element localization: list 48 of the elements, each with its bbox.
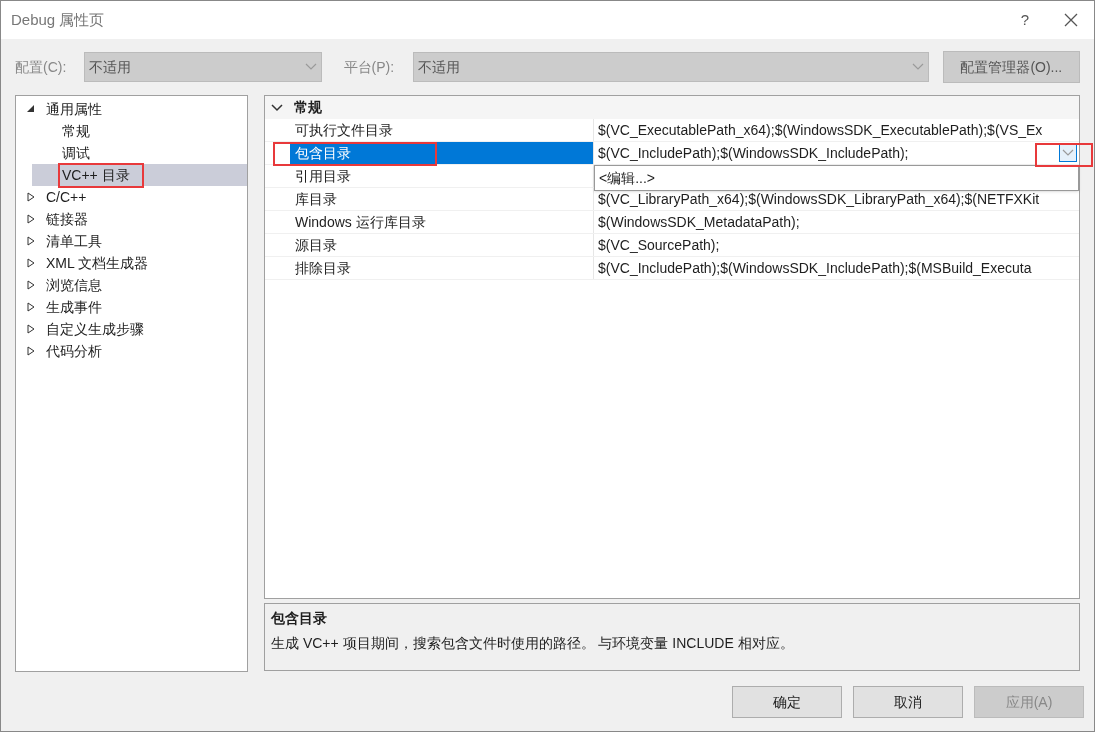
collapsed-triangle-icon[interactable] <box>27 324 35 334</box>
category-header: 常规 <box>294 98 322 117</box>
property-name[interactable]: 源目录 <box>290 234 594 256</box>
description-title: 包含目录 <box>271 609 328 628</box>
collapsed-triangle-icon[interactable] <box>27 302 35 312</box>
property-value[interactable]: $(VC_ExecutablePath_x64);$(WindowsSDK_ExecutablePath);$(VS_Ex <box>598 119 1043 141</box>
description-text: 生成 VC++ 项目期间，搜索包含文件时使用的路径。 与环境变量 INCLUDE 相对应。 <box>271 634 795 653</box>
property-name[interactable]: 可执行文件目录 <box>290 119 594 141</box>
help-button[interactable]: ? <box>1002 8 1048 32</box>
tree-item[interactable]: 自定义生成步骤 <box>46 318 144 340</box>
window-title: Debug 属性页 <box>11 9 105 30</box>
collapsed-triangle-icon[interactable] <box>27 236 35 246</box>
property-value[interactable]: $(VC_IncludePath);$(WindowsSDK_IncludePath); <box>598 142 909 164</box>
configuration-label: 配置(C): <box>15 57 68 77</box>
dialog-button[interactable]: 取消 <box>853 686 963 718</box>
dialog-button[interactable]: 确定 <box>732 686 842 718</box>
tree-item[interactable]: 代码分析 <box>46 340 102 362</box>
collapsed-triangle-icon[interactable] <box>27 280 35 290</box>
chevron-down-icon[interactable] <box>271 103 283 112</box>
property-name[interactable]: 包含目录 <box>290 142 594 164</box>
chevron-down-icon <box>1062 149 1074 157</box>
configuration-manager-button[interactable]: 配置管理器(O)... <box>942 51 1080 83</box>
tree-item[interactable]: C/C++ <box>46 186 87 208</box>
platform-label: 平台(P): <box>343 57 396 77</box>
property-value[interactable]: $(VC_SourcePath); <box>598 234 720 256</box>
tree-item[interactable]: 清单工具 <box>46 230 102 252</box>
property-value[interactable]: $(VC_IncludePath);$(WindowsSDK_IncludePath);$(MSBuild_Executa <box>598 257 1032 279</box>
property-value[interactable]: $(WindowsSDK_MetadataPath); <box>598 211 800 233</box>
tree-item[interactable]: 常规 <box>62 120 90 142</box>
configuration-dropdown[interactable]: 不适用 <box>84 52 322 82</box>
dropdown-item[interactable]: <编辑...> <box>595 166 1078 190</box>
chevron-down-icon <box>911 63 924 71</box>
collapsed-triangle-icon[interactable] <box>27 258 35 268</box>
tree-item[interactable]: 调试 <box>62 142 90 164</box>
collapsed-triangle-icon[interactable] <box>27 214 35 224</box>
expanded-triangle-icon[interactable] <box>27 105 35 113</box>
property-name[interactable]: Windows 运行库目录 <box>290 211 594 233</box>
tree-item[interactable]: 链接器 <box>46 208 88 230</box>
tree-item[interactable]: XML 文档生成器 <box>46 252 149 274</box>
tree-item[interactable]: 浏览信息 <box>46 274 102 296</box>
tree-item[interactable]: 生成事件 <box>46 296 102 318</box>
collapsed-triangle-icon[interactable] <box>27 192 35 202</box>
property-value[interactable]: $(VC_LibraryPath_x64);$(WindowsSDK_LibraryPath_x64);$(NETFXKit <box>598 188 1040 210</box>
platform-dropdown[interactable]: 不适用 <box>412 52 929 82</box>
collapsed-triangle-icon[interactable] <box>27 346 35 356</box>
property-name[interactable]: 排除目录 <box>290 257 594 279</box>
tree-item[interactable]: 通用属性 <box>46 98 102 120</box>
chevron-down-icon <box>304 63 317 71</box>
